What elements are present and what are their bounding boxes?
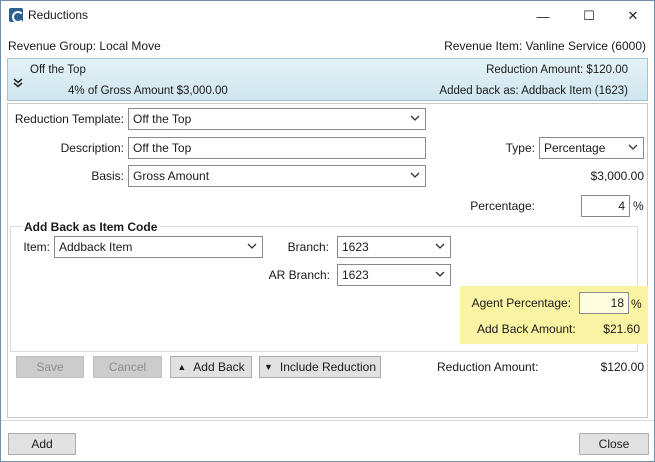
reduction-amount-label: Reduction Amount: — [437, 360, 539, 374]
window-title: Reductions — [28, 8, 89, 22]
double-chevron-down-icon[interactable] — [13, 78, 23, 88]
ar-branch-label: AR Branch: — [268, 268, 330, 282]
description-label: Description: — [60, 141, 124, 155]
type-select[interactable]: Percentage — [539, 137, 644, 159]
reductions-window: Reductions — ☐ ✕ Revenue Group: Local Mo… — [0, 0, 655, 462]
percentage-unit: % — [633, 199, 644, 213]
chevron-down-icon — [410, 115, 420, 121]
chevron-down-icon — [247, 243, 257, 249]
type-value: Percentage — [544, 141, 606, 155]
add-back-button[interactable]: ▲ Add Back — [170, 356, 252, 378]
include-reduction-button[interactable]: ▼ Include Reduction — [259, 356, 381, 378]
branch-select[interactable]: 1623 — [337, 236, 451, 258]
add-back-amount-value: $21.60 — [603, 322, 640, 336]
revenue-group-label: Revenue Group: Local Move — [8, 39, 161, 53]
branch-value: 1623 — [342, 240, 369, 254]
item-label: Item: — [23, 240, 50, 254]
description-input[interactable]: Off the Top — [128, 137, 426, 159]
revenue-item-label: Revenue Item: Vanline Service (6000) — [444, 39, 646, 53]
cancel-button[interactable]: Cancel — [93, 356, 162, 378]
agent-percentage-unit: % — [631, 297, 642, 311]
ar-branch-select[interactable]: 1623 — [337, 264, 451, 286]
app-icon — [9, 8, 24, 23]
agent-percentage-label: Agent Percentage: — [471, 296, 571, 310]
reduction-template-select[interactable]: Off the Top — [128, 108, 426, 130]
reduction-template-label: Reduction Template: — [14, 112, 124, 126]
title-bar: Reductions — ☐ ✕ — [1, 1, 654, 31]
branch-label: Branch: — [287, 240, 329, 254]
item-select[interactable]: Addback Item — [54, 236, 263, 258]
close-button[interactable]: Close — [579, 433, 649, 455]
maximize-button[interactable]: ☐ — [566, 1, 612, 31]
percentage-input[interactable]: 4 — [581, 195, 630, 217]
type-label: Type: — [505, 141, 535, 155]
reduction-summary-banner[interactable]: Off the Top 4% of Gross Amount $3,000.00… — [7, 58, 648, 101]
basis-select[interactable]: Gross Amount — [128, 165, 426, 187]
add-button[interactable]: Add — [8, 433, 76, 455]
chevron-down-icon — [435, 243, 445, 249]
item-value: Addback Item — [59, 240, 133, 254]
triangle-down-icon: ▼ — [264, 362, 273, 372]
close-window-button[interactable]: ✕ — [610, 1, 655, 31]
banner-reduction-amount: Reduction Amount: $120.00 — [486, 64, 628, 76]
banner-reduction-name: Off the Top — [30, 64, 86, 76]
reduction-template-value: Off the Top — [133, 112, 192, 126]
basis-value: Gross Amount — [133, 169, 210, 183]
reduction-amount-value: $120.00 — [600, 360, 644, 374]
include-reduction-button-label: Include Reduction — [279, 360, 376, 374]
triangle-up-icon: ▲ — [177, 362, 187, 372]
banner-detail: 4% of Gross Amount $3,000.00 — [68, 85, 228, 97]
add-back-group-title: Add Back as Item Code — [22, 220, 160, 234]
agent-percentage-input[interactable]: 18 — [579, 292, 629, 314]
gross-amount-value: $3,000.00 — [590, 169, 644, 183]
add-back-amount-label: Add Back Amount: — [477, 322, 576, 336]
percentage-label: Percentage: — [470, 199, 535, 213]
minimize-button[interactable]: — — [520, 1, 566, 31]
save-button[interactable]: Save — [16, 356, 84, 378]
chevron-down-icon — [628, 144, 638, 150]
add-back-button-label: Add Back — [193, 360, 245, 374]
chevron-down-icon — [410, 172, 420, 178]
ar-branch-value: 1623 — [342, 268, 369, 282]
footer-divider — [1, 420, 654, 421]
banner-added-back-as: Added back as: Addback Item (1623) — [439, 85, 628, 97]
basis-label: Basis: — [91, 169, 124, 183]
chevron-down-icon — [435, 271, 445, 277]
